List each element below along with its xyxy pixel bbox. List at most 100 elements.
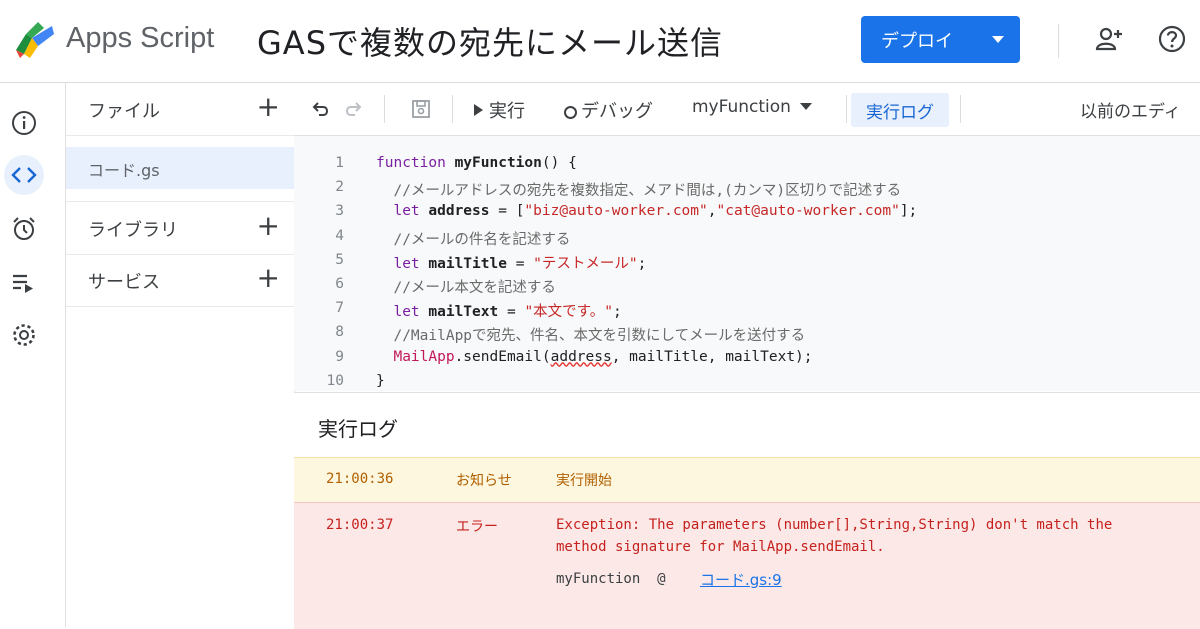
code-line: 9 MailApp.sendEmail(address, mailTitle, … (294, 346, 1200, 370)
code-line: 5 let mailTitle = "テストメール"; (294, 249, 1200, 273)
dropdown-arrow-icon (800, 103, 813, 110)
code-token: "本文です。" (524, 304, 613, 321)
libraries-section: ライブラリ + (66, 201, 294, 255)
run-button[interactable]: 実行 (474, 97, 525, 123)
code-token: } (376, 372, 385, 389)
legacy-editor-button[interactable]: 以前のエディ (1080, 97, 1181, 122)
code-text: //メールの件名を記述する (376, 228, 570, 249)
alarm-icon[interactable] (10, 215, 38, 243)
code-token: address (550, 348, 612, 365)
save-icon[interactable] (410, 98, 432, 120)
code-icon[interactable] (4, 155, 44, 195)
run-label: 実行 (489, 101, 525, 122)
code-text: function myFunction() { (376, 155, 577, 171)
log-row-error: 21:00:37 エラー Exception: The parameters (… (294, 502, 1200, 629)
add-service-button[interactable]: + (257, 264, 280, 292)
add-file-button[interactable]: + (257, 93, 280, 121)
code-token: () { (541, 155, 577, 171)
line-number: 3 (335, 203, 344, 220)
apps-script-logo-icon[interactable] (12, 20, 56, 60)
function-select-value: myFunction (692, 97, 791, 117)
deploy-button[interactable]: デプロイ (861, 16, 1020, 63)
app-name[interactable]: Apps Script (66, 22, 214, 55)
line-number: 6 (335, 276, 344, 292)
code-token: MailApp (376, 348, 455, 365)
line-number: 10 (326, 372, 344, 389)
code-token: let (376, 255, 429, 272)
code-text: let address = ["biz@auto-worker.com","ca… (376, 203, 917, 219)
files-label: ファイル (88, 101, 160, 122)
editor-toolbar: 実行 デバッグ myFunction 実行ログ 以前のエディ (294, 83, 1200, 136)
log-severity: エラー (456, 519, 498, 535)
code-line: 3 let address = ["biz@auto-worker.com","… (294, 200, 1200, 224)
project-title[interactable]: GASで複数の宛先にメール送信 (257, 18, 723, 64)
services-label: サービス (88, 272, 160, 293)
log-row-info: 21:00:36 お知らせ 実行開始 (294, 457, 1200, 502)
gear-icon[interactable] (10, 321, 38, 349)
line-number: 5 (335, 251, 344, 268)
code-token: "cat@auto-worker.com" (716, 203, 900, 220)
line-number: 2 (335, 179, 344, 196)
code-token: //メール本文を記述する (376, 280, 556, 296)
files-section: ファイル + (66, 83, 294, 136)
code-editor[interactable]: 1 function myFunction() { 2 //メールアドレスの宛先を複… (294, 136, 1200, 391)
executions-icon[interactable] (10, 269, 38, 297)
log-trace-link[interactable]: コード.gs:9 (700, 569, 782, 590)
code-token: //メールアドレスの宛先を複数指定、メアド間は,(カンマ)区切りで記述する (376, 183, 902, 200)
code-text: //メールアドレスの宛先を複数指定、メアド間は,(カンマ)区切りで記述する (376, 179, 901, 200)
divider (452, 95, 453, 123)
debug-label: デバッグ (581, 101, 653, 122)
help-icon[interactable] (1157, 24, 1187, 54)
left-rail (0, 83, 48, 627)
file-item-code-gs[interactable]: コード.gs (66, 147, 294, 189)
debug-icon (564, 106, 577, 119)
log-trace-function: myFunction @ (556, 571, 666, 587)
code-token: //メールの件名を記述する (376, 231, 571, 248)
code-token: ; (612, 304, 622, 321)
debug-button[interactable]: デバッグ (564, 97, 653, 123)
code-token: let (376, 203, 429, 220)
log-message-line2: method signature for MailApp.sendEmail. (556, 539, 885, 555)
play-icon (474, 104, 483, 116)
code-text: let mailTitle = "テストメール"; (376, 252, 646, 273)
code-token: "biz@auto-worker.com" (524, 203, 708, 220)
function-select[interactable]: myFunction (692, 97, 813, 117)
code-text: //メール本文を記述する (376, 276, 556, 297)
execution-log-button[interactable]: 実行ログ (851, 93, 949, 127)
code-token: ; (637, 255, 647, 272)
code-text: } (376, 373, 385, 389)
code-text: MailApp.sendEmail(address, mailTitle, ma… (376, 348, 812, 365)
add-library-button[interactable]: + (257, 212, 280, 240)
redo-icon[interactable] (344, 99, 364, 119)
code-token: = (498, 304, 525, 321)
services-section: サービス + (66, 254, 294, 307)
code-text: let mailText = "本文です。"; (376, 300, 622, 321)
log-time: 21:00:36 (326, 471, 394, 487)
libraries-label: ライブラリ (88, 220, 178, 241)
log-message-line1: Exception: The parameters (number[],Stri… (556, 517, 1113, 533)
info-icon[interactable] (10, 109, 38, 137)
code-line: 1 function myFunction() { (294, 152, 1200, 176)
code-token: //MailAppで宛先、件名、本文を引数にしてメールを送付する (376, 328, 806, 345)
log-severity: お知らせ (456, 473, 512, 489)
line-number: 9 (335, 348, 344, 365)
execution-log-panel: 実行ログ 21:00:36 お知らせ 実行開始 21:00:37 エラー Exc… (294, 392, 1200, 629)
divider (960, 95, 961, 123)
divider (384, 95, 385, 123)
undo-icon[interactable] (310, 99, 330, 119)
files-panel: ファイル + コード.gs ライブラリ + サービス + (65, 83, 295, 627)
line-number: 7 (335, 300, 344, 317)
line-number: 4 (335, 227, 344, 244)
code-token: myFunction (454, 155, 542, 171)
code-token: mailText (428, 304, 499, 321)
code-line: 6 //メール本文を記述する (294, 273, 1200, 297)
code-token: address (428, 203, 490, 220)
code-line: 10} (294, 370, 1200, 391)
line-number: 8 (335, 324, 344, 341)
add-person-icon[interactable] (1094, 24, 1124, 54)
deploy-label: デプロイ (881, 30, 953, 52)
execution-log-title: 実行ログ (318, 417, 398, 441)
code-text: //MailAppで宛先、件名、本文を引数にしてメールを送付する (376, 324, 805, 345)
divider (846, 95, 847, 123)
log-time: 21:00:37 (326, 517, 394, 533)
